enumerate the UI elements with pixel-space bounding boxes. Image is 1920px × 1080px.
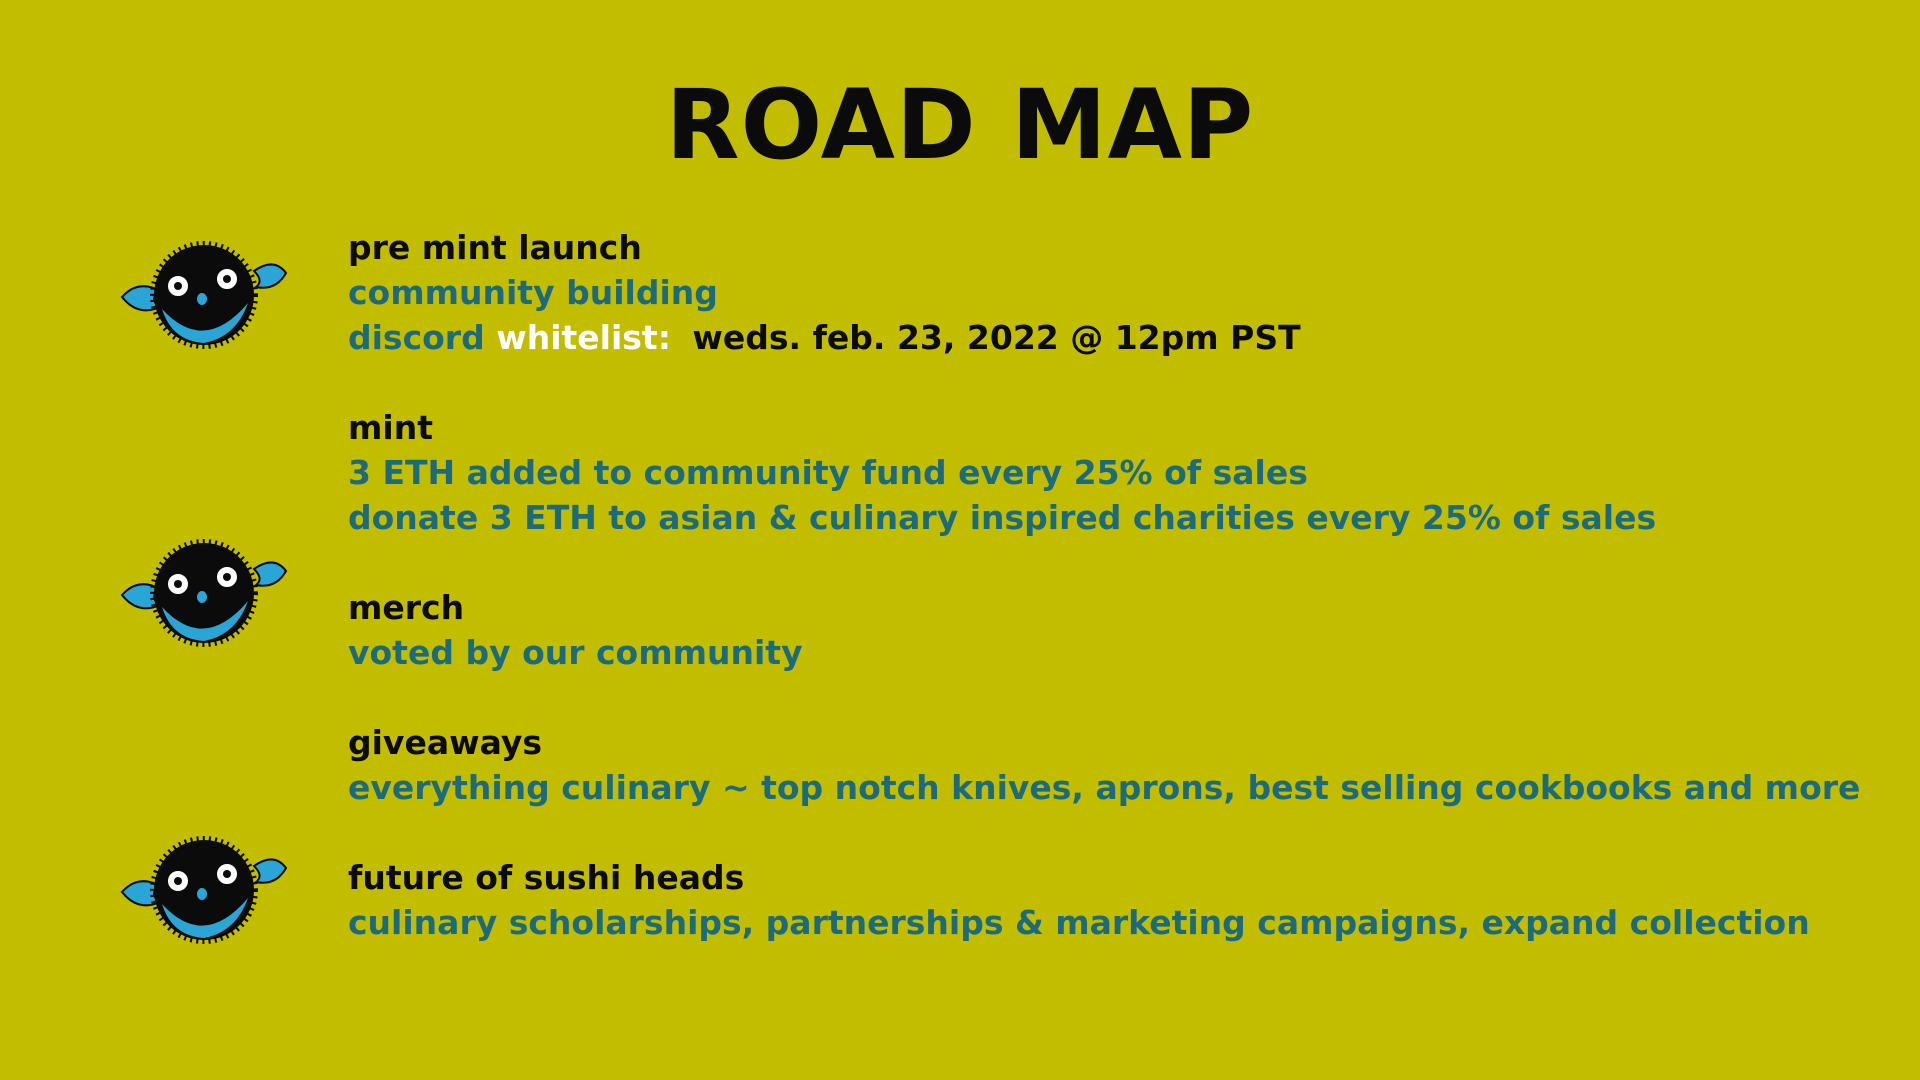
section-detail: voted by our community <box>348 633 803 672</box>
section-detail: donate 3 ETH to asian & culinary inspire… <box>348 498 1657 537</box>
section-heading: giveaways <box>348 723 542 762</box>
section-future-of-sushi-heads: future of sushi heads culinary scholarsh… <box>348 855 1888 945</box>
whitelist-date: weds. feb. 23, 2022 @ 12pm PST <box>692 318 1301 357</box>
section-giveaways: giveaways everything culinary ~ top notc… <box>348 720 1888 810</box>
pufferfish-icon <box>118 535 290 655</box>
section-heading: merch <box>348 588 465 627</box>
section-detail: everything culinary ~ top notch knives, … <box>348 768 1861 807</box>
page-title: ROAD MAP <box>665 69 1255 181</box>
section-detail: community building <box>348 273 718 312</box>
whitelist-label: whitelist: <box>496 318 671 357</box>
section-pre-mint-launch: pre mint launch community building disco… <box>348 225 1888 360</box>
discord-label: discord <box>348 318 485 357</box>
section-heading: pre mint launch <box>348 228 642 267</box>
pufferfish-icon <box>118 832 290 952</box>
section-merch: merch voted by our community <box>348 585 1888 675</box>
roadmap-list: pre mint launch community building disco… <box>348 225 1888 945</box>
pufferfish-icon <box>120 241 288 349</box>
section-mint: mint 3 ETH added to community fund every… <box>348 405 1888 540</box>
section-detail: 3 ETH added to community fund every 25% … <box>348 453 1308 492</box>
section-detail: culinary scholarships, partnerships & ma… <box>348 903 1810 942</box>
section-heading: mint <box>348 408 433 447</box>
section-heading: future of sushi heads <box>348 858 745 897</box>
whitelist-line: discord whitelist: weds. feb. 23, 2022 @… <box>348 315 1888 360</box>
